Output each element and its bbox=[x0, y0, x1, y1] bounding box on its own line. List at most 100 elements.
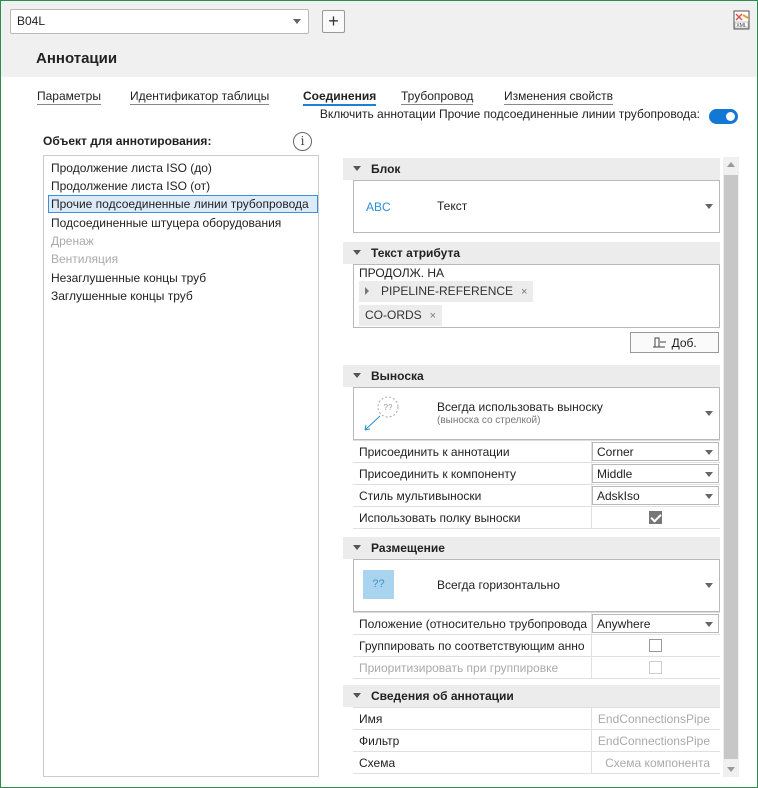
chevron-down-icon bbox=[705, 204, 713, 209]
section-title: Выноска bbox=[371, 369, 424, 383]
chevron-down-icon bbox=[705, 450, 713, 455]
section-title: Сведения об аннотации bbox=[371, 689, 514, 703]
select-value: Corner bbox=[597, 445, 634, 459]
property-label: Схема bbox=[359, 756, 396, 770]
tab-property-changes[interactable]: Изменения свойств bbox=[504, 89, 614, 105]
list-item-disabled: Дренаж bbox=[51, 234, 94, 248]
multileader-style-select[interactable]: AdskIso bbox=[592, 486, 719, 505]
property-row: Присоединить к компоненту Middle bbox=[353, 463, 720, 485]
chevron-down-icon bbox=[293, 19, 301, 24]
tab-pipeline[interactable]: Трубопровод bbox=[401, 89, 474, 105]
attach-component-select[interactable]: Middle bbox=[592, 464, 719, 483]
leader-properties: Присоединить к аннотации Corner Присоеди… bbox=[353, 440, 720, 529]
select-value: Anywhere bbox=[597, 617, 651, 631]
placement-gallery[interactable]: ?? Всегда горизонтально bbox=[353, 559, 720, 612]
chevron-down-icon bbox=[705, 472, 713, 477]
add-attribute-icon bbox=[653, 337, 667, 348]
scroll-down-icon[interactable] bbox=[727, 767, 735, 772]
section-block-header[interactable]: Блок bbox=[343, 158, 720, 180]
abc-text-icon: ABC bbox=[366, 200, 391, 214]
section-title: Размещение bbox=[371, 541, 445, 555]
property-label: Присоединить к компоненту bbox=[359, 467, 516, 481]
tab-connections[interactable]: Соединения bbox=[303, 89, 377, 106]
section-leader-header[interactable]: Выноска bbox=[343, 365, 720, 387]
property-label: Присоединить к аннотации bbox=[359, 445, 510, 459]
collapse-triangle-icon bbox=[353, 545, 361, 550]
annotation-info-properties: Имя EndConnectionsPipe Фильтр EndConnect… bbox=[353, 707, 720, 774]
scroll-thumb[interactable] bbox=[724, 175, 738, 759]
section-annotation-info-header[interactable]: Сведения об аннотации bbox=[343, 685, 720, 707]
tab-table-id[interactable]: Идентификатор таблицы bbox=[130, 89, 270, 105]
attribute-chip[interactable]: CO-ORDS × bbox=[359, 305, 443, 326]
list-item-selected[interactable]: Прочие подсоединенные линии трубопровода bbox=[48, 195, 318, 213]
property-row: Группировать по соответствующим анно bbox=[353, 635, 720, 657]
svg-text:XML: XML bbox=[736, 23, 747, 29]
list-item[interactable]: Подсоединенные штуцера оборудования bbox=[48, 214, 318, 232]
property-row: Приоритизировать при группировке bbox=[353, 657, 720, 679]
chevron-down-icon bbox=[705, 583, 713, 588]
list-item[interactable]: Продолжение листа ISO (от) bbox=[48, 177, 318, 195]
section-attribute-text-header[interactable]: Текст атрибута bbox=[343, 242, 720, 264]
use-landing-checkbox[interactable] bbox=[649, 511, 662, 524]
collapse-triangle-icon bbox=[353, 166, 361, 171]
vertical-scrollbar[interactable] bbox=[723, 157, 739, 777]
list-item[interactable]: Продолжение листа ISO (до) bbox=[48, 159, 318, 177]
property-row: Присоединить к аннотации Corner bbox=[353, 441, 720, 463]
xml-export-icon[interactable]: XML bbox=[732, 10, 752, 30]
attribute-text-editor[interactable]: ПРОДОЛЖ. НА PIPELINE-REFERENCE × CO-ORDS × bbox=[353, 264, 720, 328]
info-icon[interactable]: i bbox=[293, 132, 312, 151]
collapse-triangle-icon bbox=[353, 693, 361, 698]
leader-gallery[interactable]: ?? Всегда использовать выноску (выноска … bbox=[353, 387, 720, 440]
section-placement-header[interactable]: Размещение bbox=[343, 537, 720, 559]
list-item[interactable]: Заглушенные концы труб bbox=[48, 287, 318, 305]
scroll-up-icon[interactable] bbox=[727, 162, 735, 167]
property-row: Имя EndConnectionsPipe bbox=[353, 708, 720, 730]
prioritize-checkbox bbox=[649, 661, 662, 674]
chip-label: CO-ORDS bbox=[365, 308, 422, 322]
chevron-down-icon bbox=[705, 494, 713, 499]
collapse-triangle-icon bbox=[353, 373, 361, 378]
property-row: Схема Схема компонента bbox=[353, 752, 720, 774]
leader-value: Всегда использовать выноску bbox=[437, 400, 603, 414]
placement-properties: Положение (относительно трубопровода Any… bbox=[353, 612, 720, 679]
add-button-label: Доб. bbox=[671, 336, 697, 350]
property-row: Стиль мультивыноски AdskIso bbox=[353, 485, 720, 507]
properties-panel: Блок ABC Текст Текст атрибута ПРОДОЛЖ. Н… bbox=[343, 157, 723, 777]
property-label: Группировать по соответствующим анно bbox=[359, 639, 585, 653]
placement-icon: ?? bbox=[363, 570, 394, 599]
collapse-triangle-icon bbox=[353, 250, 361, 255]
list-item-disabled: Вентиляция bbox=[51, 252, 119, 266]
select-value: AdskIso bbox=[597, 489, 640, 503]
group-checkbox[interactable] bbox=[649, 639, 662, 652]
style-select-value: B04L bbox=[17, 14, 46, 28]
property-row: Положение (относительно трубопровода Any… bbox=[353, 613, 720, 635]
add-attribute-button[interactable]: Доб. bbox=[630, 332, 719, 353]
block-value: Текст bbox=[437, 199, 468, 213]
close-icon[interactable]: × bbox=[521, 286, 527, 298]
chevron-down-icon bbox=[705, 411, 713, 416]
object-list: Продолжение листа ISO (до) Продолжение л… bbox=[43, 155, 319, 777]
add-style-button[interactable]: + bbox=[322, 10, 345, 33]
attribute-prefix-text: ПРОДОЛЖ. НА bbox=[359, 266, 445, 280]
property-label: Имя bbox=[359, 712, 383, 726]
attach-annotation-select[interactable]: Corner bbox=[592, 442, 719, 461]
top-bar: B04L + XML Аннотации bbox=[1, 1, 757, 77]
leader-arrow-icon: ?? bbox=[364, 396, 399, 431]
block-gallery[interactable]: ABC Текст bbox=[353, 180, 720, 233]
style-select[interactable]: B04L bbox=[10, 9, 309, 34]
property-value: Схема компонента bbox=[605, 756, 710, 770]
section-title: Блок bbox=[371, 162, 401, 176]
property-label: Приоритизировать при группировке bbox=[359, 661, 559, 675]
tab-bar: Параметры Идентификатор таблицы Соединен… bbox=[37, 89, 737, 107]
chevron-down-icon bbox=[705, 622, 713, 627]
property-row: Фильтр EndConnectionsPipe bbox=[353, 730, 720, 752]
list-item[interactable]: Незаглушенные концы труб bbox=[48, 269, 318, 287]
chip-label: PIPELINE-REFERENCE bbox=[381, 284, 514, 298]
attribute-chip[interactable]: PIPELINE-REFERENCE × bbox=[359, 281, 534, 302]
property-value: EndConnectionsPipe bbox=[597, 712, 710, 726]
tab-parameters[interactable]: Параметры bbox=[37, 89, 101, 105]
close-icon[interactable]: × bbox=[430, 310, 436, 322]
enable-annotations-toggle[interactable] bbox=[709, 109, 738, 124]
property-row: Использовать полку выноски bbox=[353, 507, 720, 529]
position-select[interactable]: Anywhere bbox=[592, 614, 719, 633]
